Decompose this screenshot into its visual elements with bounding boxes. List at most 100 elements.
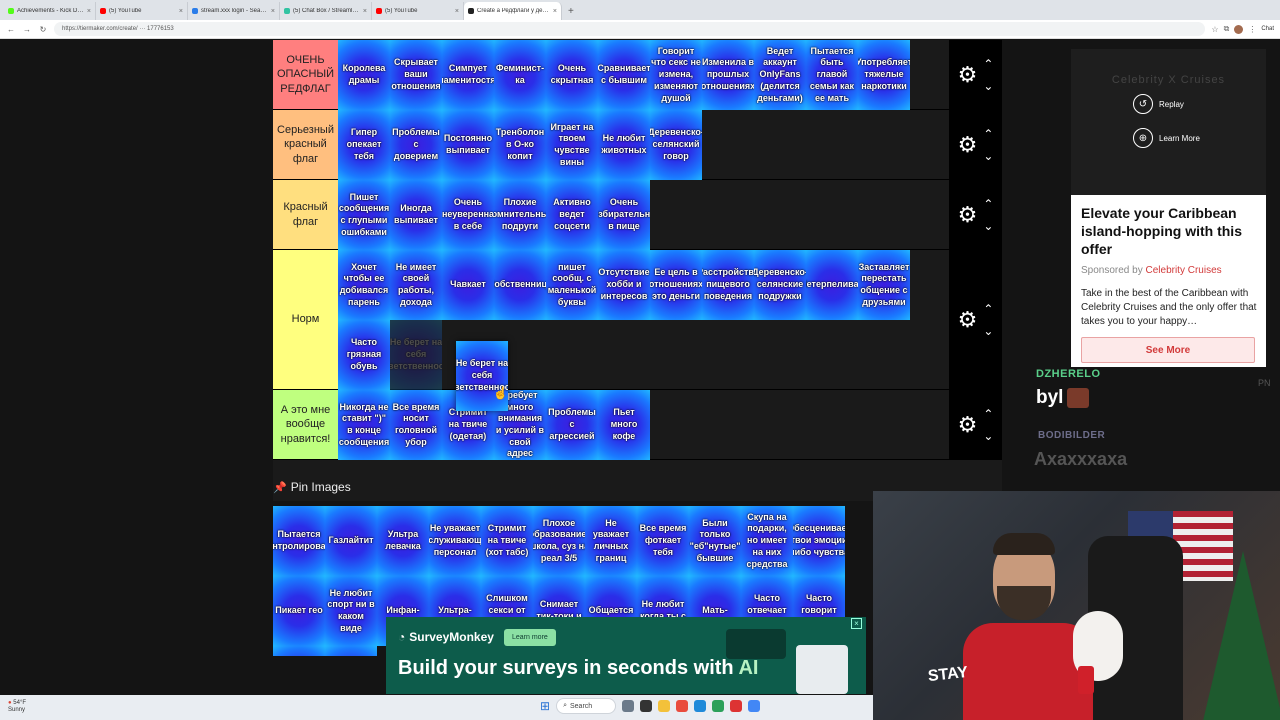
tier-card[interactable]: Часто грязная обувь: [338, 320, 390, 390]
tier-card[interactable]: Играет на твоем чувстве вины: [546, 110, 598, 180]
sidebar-ad[interactable]: Celebrity X Cruises ↺ Replay ⊕ Learn Mor…: [1071, 49, 1266, 367]
tier-card[interactable]: пишет сообщ. с маленькой буквы: [546, 250, 598, 320]
tier-card[interactable]: Не имеет своей работы, дохода: [390, 250, 442, 320]
close-tab-icon[interactable]: ×: [87, 8, 91, 15]
chevron-down-icon[interactable]: ⌄: [983, 150, 993, 162]
tier-card[interactable]: Постоянно выпивает: [442, 110, 494, 180]
chrome-icon[interactable]: [712, 700, 725, 712]
see-more-button[interactable]: See More: [1081, 337, 1255, 363]
browser-tab[interactable]: (5) Chat Box / Streamlabs ×: [280, 2, 372, 20]
pool-card[interactable]: Пикает гео: [273, 576, 325, 646]
ad-title[interactable]: Elevate your Caribbean island-hopping wi…: [1081, 204, 1259, 259]
pool-card[interactable]: Не хочет детей в: [273, 646, 325, 656]
chevron-up-icon[interactable]: ⌃: [983, 408, 993, 420]
tier-label[interactable]: Красный флаг: [273, 180, 338, 249]
tier-card[interactable]: Деревенско-селянские подружки: [754, 250, 806, 320]
browser-tab[interactable]: stream.xxx login - Search ×: [188, 2, 280, 20]
gear-icon[interactable]: ⚙: [958, 133, 978, 156]
tier-card[interactable]: Чавкает: [442, 250, 494, 320]
reload-icon[interactable]: ↻: [38, 25, 48, 34]
pool-card[interactable]: Игра одно: [325, 646, 377, 656]
app-icon[interactable]: [730, 700, 743, 712]
bookmark-star-icon[interactable]: ☆: [1211, 25, 1218, 34]
tier-card[interactable]: Королева драмы: [338, 40, 390, 110]
back-icon[interactable]: ←: [6, 25, 16, 34]
pool-card[interactable]: Пытается контролировать: [273, 506, 325, 576]
chevron-up-icon[interactable]: ⌃: [983, 303, 993, 315]
learn-more-button[interactable]: Learn more: [504, 629, 556, 646]
tier-label[interactable]: Норм: [273, 250, 338, 389]
close-tab-icon[interactable]: ×: [271, 8, 275, 15]
app-icon[interactable]: [748, 700, 761, 712]
tier-card[interactable]: Расстройства пищевого поведения: [702, 250, 754, 320]
tier-card[interactable]: Деревенско-селянский говор: [650, 110, 702, 180]
pool-card[interactable]: Не любит спорт ни в каком виде: [325, 576, 377, 646]
taskbar-search[interactable]: ⌕ Search: [556, 698, 617, 714]
app-icon[interactable]: [676, 700, 689, 712]
tier-card[interactable]: Изменила в прошлых отношениях: [702, 40, 754, 110]
tier-card[interactable]: Проблемы с агрессией: [546, 390, 598, 460]
ad-video[interactable]: Celebrity X Cruises ↺ Replay ⊕ Learn Mor…: [1071, 49, 1266, 195]
tier-card[interactable]: Собственница: [494, 250, 546, 320]
tier-card[interactable]: Заставляет перестать общение с друзьями: [858, 250, 910, 320]
new-tab-button[interactable]: +: [562, 2, 580, 20]
pool-card[interactable]: Все время фоткает тебя: [637, 506, 689, 576]
chevron-down-icon[interactable]: ⌄: [983, 220, 993, 232]
gear-icon[interactable]: ⚙: [958, 308, 978, 331]
tier-card[interactable]: Хочет чтобы ее добивался парень: [338, 250, 390, 320]
gear-icon[interactable]: ⚙: [958, 413, 978, 436]
profile-avatar[interactable]: [1234, 24, 1244, 34]
task-view-icon[interactable]: [622, 700, 635, 712]
tier-card[interactable]: Иногда выпивает: [390, 180, 442, 250]
windows-start-icon[interactable]: ⊞: [540, 699, 550, 713]
tier-card[interactable]: Никогда не ставит ")" в конце сообщения: [338, 390, 390, 460]
tier-card[interactable]: Говорит что секс не измена, изменяют душ…: [650, 40, 702, 110]
chevron-up-icon[interactable]: ⌃: [983, 198, 993, 210]
tier-card[interactable]: Активно ведет соцсети: [546, 180, 598, 250]
learn-more-button[interactable]: ⊕ Learn More: [1133, 128, 1200, 148]
edge-icon[interactable]: [694, 700, 707, 712]
browser-tab[interactable]: Achievements - Kick Dashboard×: [4, 2, 96, 20]
pool-card[interactable]: Скупа на подарки, но имеет на них средст…: [741, 506, 793, 576]
tier-card[interactable]: Тренболон в О-ко копит: [494, 110, 546, 180]
browser-tab[interactable]: (5) YouTube ×: [372, 2, 464, 20]
chat-button[interactable]: Chat: [1261, 26, 1274, 32]
tier-card[interactable]: Очень скрытная: [546, 40, 598, 110]
tier-card[interactable]: Очень избирательна в пище: [598, 180, 650, 250]
tier-card[interactable]: Все время носит головной убор: [390, 390, 442, 460]
close-tab-icon[interactable]: ×: [455, 8, 459, 15]
chevron-up-icon[interactable]: ⌃: [983, 128, 993, 140]
tier-card[interactable]: Плохие (сомнительные) подруги: [494, 180, 546, 250]
tier-card[interactable]: Сравнивает с бывшим: [598, 40, 650, 110]
tier-card[interactable]: Очень неуверенна в себе: [442, 180, 494, 250]
pool-card[interactable]: Обесценивает твои эмоции либо чувства: [793, 506, 845, 576]
close-tab-icon[interactable]: ×: [363, 8, 367, 15]
sponsor-name[interactable]: Celebrity Cruises: [1146, 265, 1222, 276]
pool-card[interactable]: Плохое образование: школа, суз на реал 3…: [533, 506, 585, 576]
close-tab-icon[interactable]: ×: [553, 8, 557, 15]
tier-card[interactable]: Ведет аккаунт OnlyFans (делится деньгами…: [754, 40, 806, 110]
browser-tab[interactable]: (5) YouTube ×: [96, 2, 188, 20]
surveymonkey-banner-ad[interactable]: ◔ SurveyMonkey Learn more Build your surv…: [386, 617, 866, 694]
pool-card[interactable]: Газлайтит: [325, 506, 377, 576]
pool-card[interactable]: Были только "еб"нутые" бывшие: [689, 506, 741, 576]
dragged-card[interactable]: Не берет на себя ответственность: [456, 341, 508, 411]
app-icon[interactable]: [640, 700, 653, 712]
weather-widget[interactable]: ● 54°F Sunny: [8, 700, 26, 714]
pool-card[interactable]: Не уважает обслуживающий персонал: [429, 506, 481, 576]
tier-card[interactable]: Пьет много кофе: [598, 390, 650, 460]
tier-card[interactable]: Не любит животных: [598, 110, 650, 180]
tier-label[interactable]: А это мне вообще нравится!: [273, 390, 338, 459]
chevron-down-icon[interactable]: ⌄: [983, 430, 993, 442]
file-explorer-icon[interactable]: [658, 700, 671, 712]
tier-label[interactable]: Серьезный красный флаг: [273, 110, 338, 179]
gear-icon[interactable]: ⚙: [958, 203, 978, 226]
gear-icon[interactable]: ⚙: [958, 63, 978, 86]
tier-card[interactable]: Пишет сообщения с глупыми ошибками: [338, 180, 390, 250]
tier-card[interactable]: Не берет на себя ответственность: [390, 320, 442, 390]
forward-icon[interactable]: →: [22, 25, 32, 34]
close-tab-icon[interactable]: ×: [179, 8, 183, 15]
chevron-down-icon[interactable]: ⌄: [983, 80, 993, 92]
extensions-icon[interactable]: ⧉: [1224, 24, 1230, 34]
chevron-up-icon[interactable]: ⌃: [983, 58, 993, 70]
